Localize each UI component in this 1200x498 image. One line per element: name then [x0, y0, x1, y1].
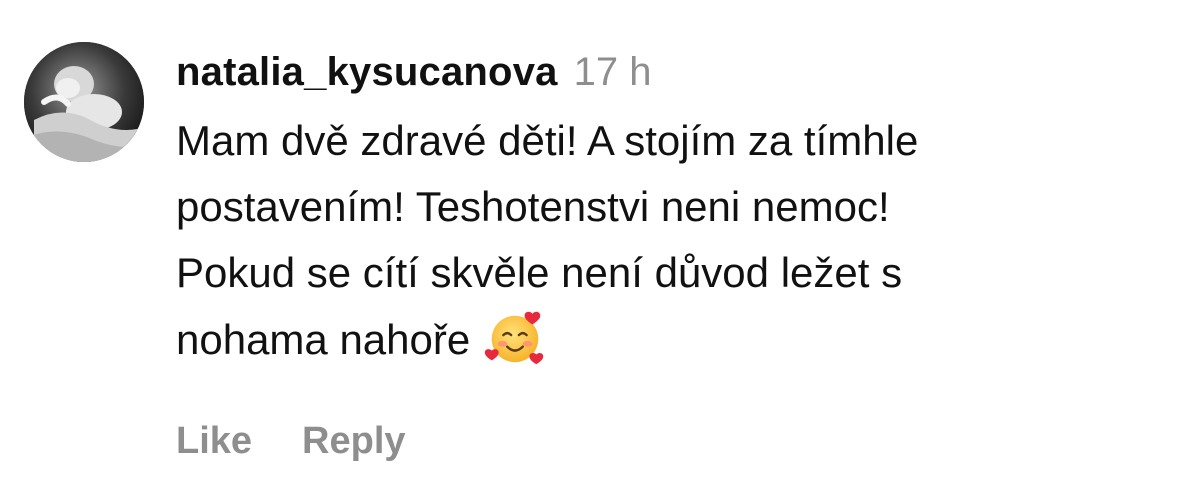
avatar[interactable]: [24, 42, 144, 162]
timestamp: 17 h: [573, 50, 652, 94]
comment-text-line: Mam dvě zdravé děti! A stojím za tímhle: [176, 117, 919, 164]
comment-text-line-text: nohama nahoře: [176, 316, 471, 363]
comment-actions: Like Reply: [176, 420, 406, 463]
comment: natalia_kysucanova 17 h Mam dvě zdravé d…: [0, 0, 1200, 498]
comment-text-line: Pokud se cítí skvěle není důvod ležet s: [176, 249, 903, 296]
like-button[interactable]: Like: [176, 420, 252, 463]
comment-text-line-last: nohama nahoře: [176, 306, 1166, 373]
comment-header: natalia_kysucanova 17 h: [176, 50, 1166, 110]
comment-text: Mam dvě zdravé děti! A stojím za tímhle …: [176, 108, 1166, 373]
avatar-photo-icon: [24, 42, 144, 162]
reply-button[interactable]: Reply: [302, 420, 405, 463]
smiling-face-with-hearts-icon: [484, 306, 546, 368]
comment-content: natalia_kysucanova 17 h Mam dvě zdravé d…: [176, 50, 1166, 373]
username[interactable]: natalia_kysucanova: [176, 50, 558, 95]
comment-text-line: postavením! Teshotenstvi neni nemoc!: [176, 183, 890, 230]
